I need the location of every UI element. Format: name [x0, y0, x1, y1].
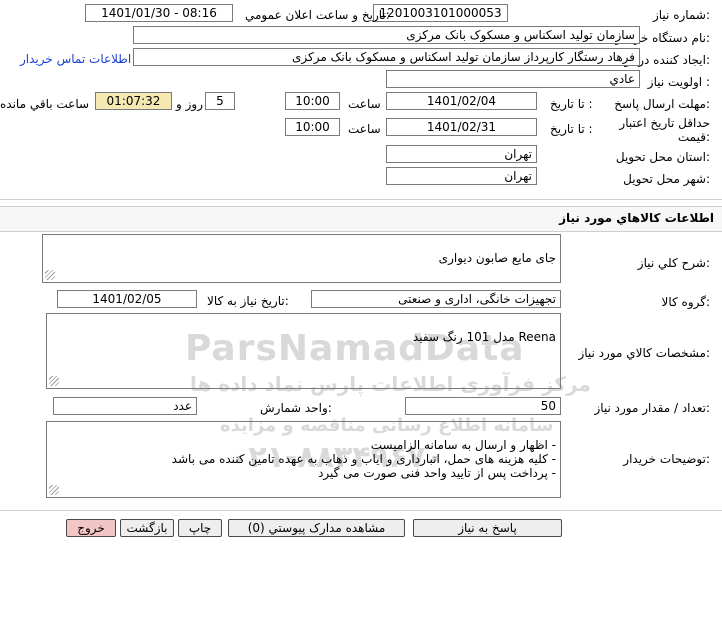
resize-grip-icon[interactable] [49, 485, 59, 495]
announce-datetime-label: تاريخ و ساعت اعلان عمومي: [245, 8, 390, 22]
need-number-field: 1201003101000053 [373, 4, 508, 22]
buyer-notes-textarea: - اظهار و ارسال به سامانه الزامیست - کلی… [46, 421, 561, 498]
goods-group-label: گروه کالا: [661, 295, 711, 309]
specs-textarea: Reena مدل 101 رنگ سفید [46, 313, 561, 389]
remaining-time-label: ساعت باقي مانده [0, 97, 90, 111]
need-date-field: 1401/02/05 [57, 290, 197, 308]
price-validity-label: حداقل تاريخ اعتبار قيمت: [619, 116, 710, 144]
back-button[interactable]: بازگشت [120, 519, 174, 537]
reply-days-label: روز و [176, 97, 203, 111]
specs-text: Reena مدل 101 رنگ سفید [412, 330, 556, 344]
price-date-field: 1401/02/31 [386, 118, 537, 136]
general-desc-text: جای مایع صابون دیواری [438, 251, 556, 265]
delivery-province-field: تهران [386, 145, 537, 163]
unit-label: واحد شمارش: [260, 401, 332, 415]
print-button[interactable]: چاپ [178, 519, 222, 537]
need-number-label: شماره نياز: [652, 8, 710, 22]
goods-section-title: اطلاعات کالاهاي مورد نياز [559, 211, 714, 225]
reply-time-label: ساعت [348, 97, 381, 111]
resize-grip-icon[interactable] [45, 270, 55, 280]
buyer-notes-text: - اظهار و ارسال به سامانه الزامیست - کلی… [171, 438, 556, 480]
reply-date-field: 1401/02/04 [386, 92, 537, 110]
buyer-contact-link[interactable]: اطلاعات تماس خريدار [20, 52, 131, 66]
footer-divider [0, 510, 722, 511]
remaining-time-field: 01:07:32 [95, 92, 172, 110]
reply-days-field: 5 [205, 92, 235, 110]
exit-button[interactable]: خروج [66, 519, 116, 537]
announce-datetime-field: 1401/01/30 - 08:16 [85, 4, 233, 22]
need-date-label: تاريخ نياز به کالا: [207, 294, 289, 308]
quantity-field: 50 [405, 397, 561, 415]
specs-label: مشخصات کالاي مورد نياز: [578, 346, 710, 360]
requester-field: فرهاد رستگار کارپرداز سازمان تولید اسکنا… [133, 48, 640, 66]
delivery-city-label: شهر محل تحويل: [623, 172, 710, 186]
unit-field: عدد [53, 397, 197, 415]
delivery-province-label: استان محل تحويل: [615, 150, 710, 164]
general-desc-label: شرح کلي نياز: [637, 256, 710, 270]
goods-group-field: تجهیزات خانگی، اداری و صنعتی [311, 290, 561, 308]
attachments-button[interactable]: مشاهده مدارک پيوستي (0) [228, 519, 405, 537]
reply-until-label: تا تاريخ : [550, 97, 593, 111]
resize-grip-icon[interactable] [49, 376, 59, 386]
priority-field: عادي [386, 70, 640, 88]
reply-time-field: 10:00 [285, 92, 340, 110]
priority-label: اولويت نياز : [647, 75, 710, 89]
quantity-label: تعداد / مقدار مورد نياز: [594, 401, 710, 415]
price-until-label: تا تاريخ : [550, 122, 593, 136]
reply-deadline-label: مهلت ارسال پاسخ: [614, 97, 710, 111]
delivery-city-field: تهران [386, 167, 537, 185]
section-divider [0, 199, 722, 200]
reply-button[interactable]: پاسخ به نياز [413, 519, 562, 537]
buyer-notes-label: توضيحات خريدار: [623, 452, 710, 466]
buyer-org-field: سازمان تولید اسکناس و مسکوک بانک مرکزی [133, 26, 640, 44]
price-time-field: 10:00 [285, 118, 340, 136]
price-time-label: ساعت [348, 122, 381, 136]
general-desc-textarea: جای مایع صابون دیواری [42, 234, 561, 283]
